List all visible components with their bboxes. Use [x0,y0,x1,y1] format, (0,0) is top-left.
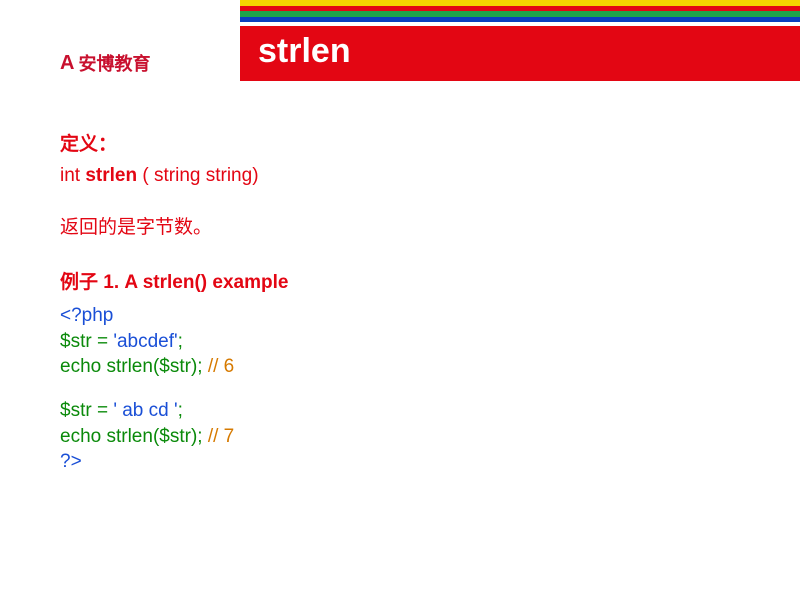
sig-suffix: ( string string) [137,165,258,186]
definition-note: 返回的是字节数。 [60,214,740,243]
slide-title: strlen [240,26,800,81]
header: A 安博教育 strlen [0,22,800,81]
code-token: 'abcdef' [113,331,177,352]
code-token: $str = [60,331,113,352]
brand-name: 安博教育 [78,50,150,76]
code-token: ?> [60,451,82,472]
code-line: echo strlen($str); // 6 [60,354,740,380]
code-token: ; [178,331,183,352]
code-token: ; [178,400,183,421]
code-block: <?php $str = 'abcdef'; echo strlen($str)… [60,303,740,475]
code-token: echo strlen($str); [60,426,203,447]
example-heading: 例子 1. A strlen() example [60,269,740,298]
code-line: ?> [60,449,740,475]
code-line: <?php [60,303,740,329]
definition-label: 定义： [60,131,740,160]
code-token: ' ab cd ' [113,400,177,421]
brand-mark: A [60,52,74,75]
code-line: echo strlen($str); // 7 [60,424,740,450]
stripe-blue [240,17,800,23]
code-token: // 6 [203,356,235,377]
sig-prefix: int [60,165,85,186]
sig-function-name: strlen [85,165,137,186]
slide-content: 定义： int strlen ( string string) 返回的是字节数。… [0,81,800,475]
decorative-stripes [240,0,800,22]
code-line: $str = ' ab cd '; [60,398,740,424]
code-token: // 7 [203,426,235,447]
code-line: $str = 'abcdef'; [60,329,740,355]
code-token: echo strlen($str); [60,356,203,377]
brand-logo: A 安博教育 [0,22,240,76]
code-token: $str = [60,400,113,421]
function-signature: int strlen ( string string) [60,162,740,191]
code-token: <?php [60,305,113,326]
